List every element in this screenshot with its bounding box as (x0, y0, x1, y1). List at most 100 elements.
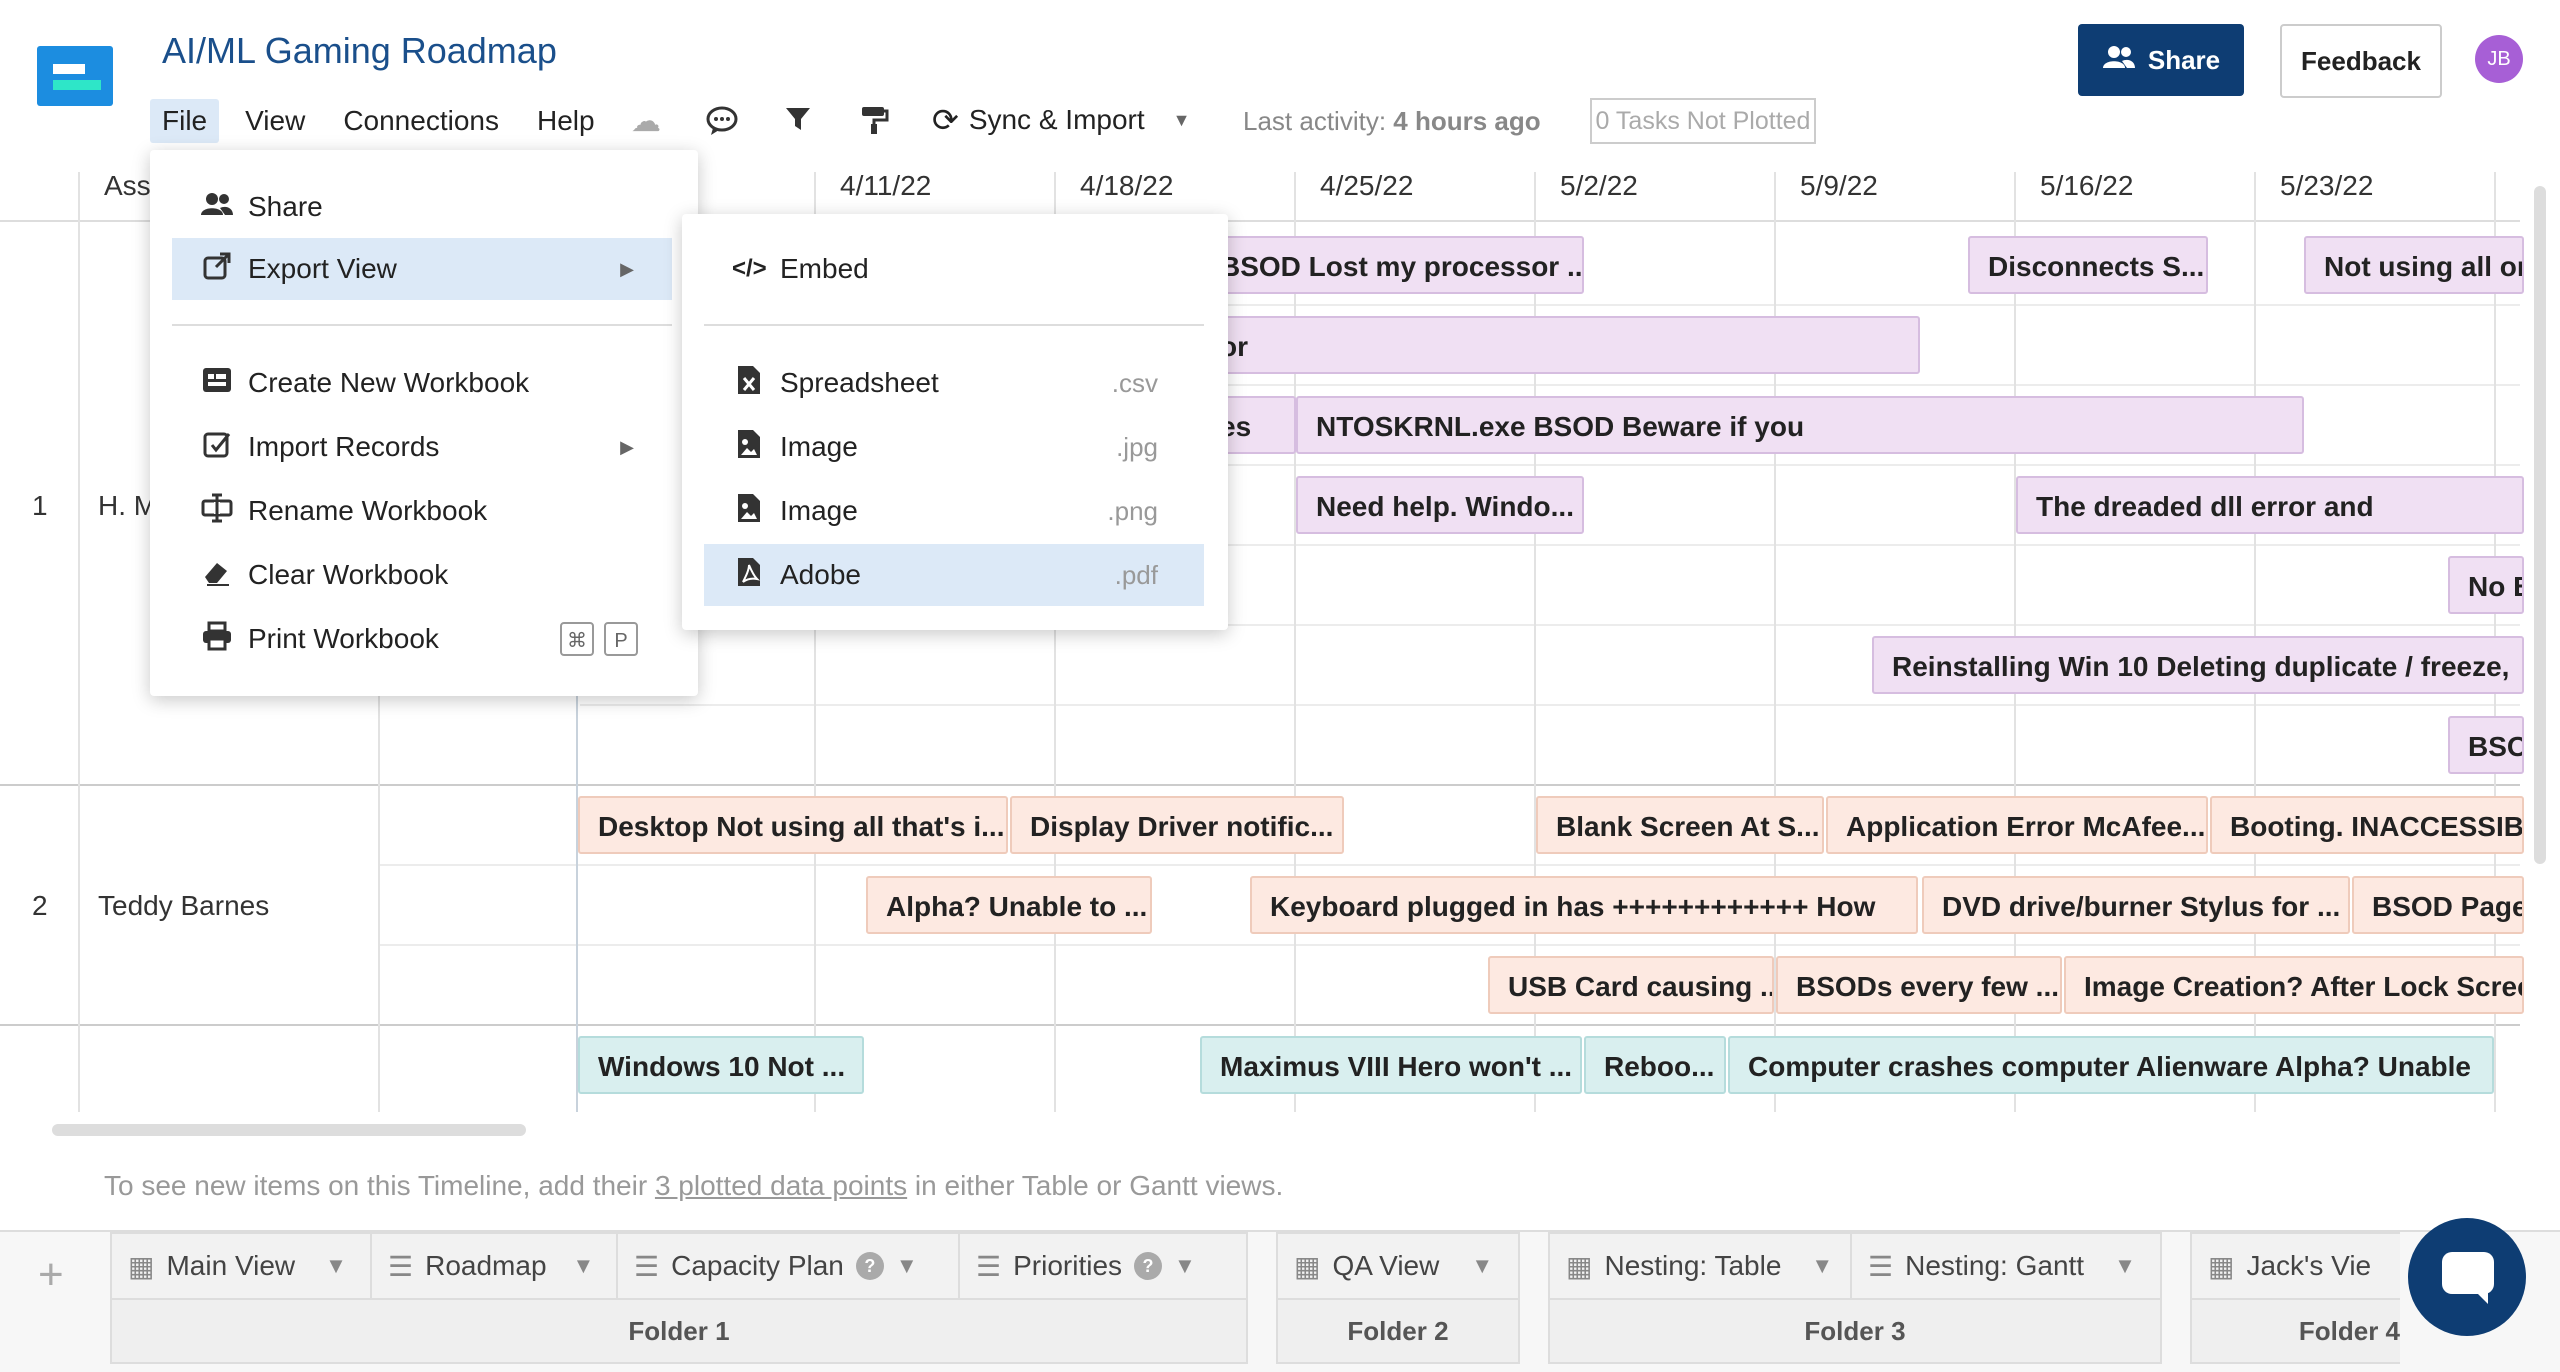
workbook-title[interactable]: AI/ML Gaming Roadmap (162, 30, 557, 72)
chevron-down-icon[interactable]: ▼ (325, 1253, 347, 1279)
chevron-down-icon[interactable]: ▼ (1471, 1253, 1493, 1279)
task-bar[interactable]: The dreaded dll error and (2016, 476, 2524, 534)
task-bar[interactable]: USB Card causing ... (1488, 956, 1774, 1014)
task-bar[interactable]: Alpha? Unable to ... (866, 876, 1152, 934)
print-shortcut: ⌘ P (550, 622, 638, 656)
tab-main-view[interactable]: ▦ Main View ▼ (110, 1232, 372, 1298)
assignee-column-header[interactable]: Assi (104, 170, 157, 202)
tasks-not-plotted-badge[interactable]: 0 Tasks Not Plotted (1590, 98, 1816, 144)
row-number: 2 (32, 890, 48, 921)
image-file-icon (732, 492, 766, 531)
task-bar[interactable]: Keyboard plugged in has ++++++++++++ How (1250, 876, 1918, 934)
menu-item-import-records[interactable]: Import Records ▶ (172, 416, 672, 478)
menu-help[interactable]: Help (525, 99, 607, 143)
help-icon[interactable]: ? (1134, 1252, 1163, 1280)
assignee-name[interactable]: H. M (98, 490, 157, 522)
date-header: 5/16/22 (2040, 170, 2134, 201)
menu-connections[interactable]: Connections (331, 99, 511, 143)
task-bar[interactable]: BSOD Lost my processor ... (1200, 236, 1584, 294)
chevron-down-icon[interactable]: ▼ (896, 1253, 918, 1279)
vertical-scrollbar[interactable] (2534, 186, 2546, 864)
menu-view[interactable]: View (233, 99, 317, 143)
menu-item-print-workbook[interactable]: Print Workbook ⌘ P (172, 608, 672, 670)
gantt-icon: ☰ (976, 1250, 1002, 1282)
workbook-icon (200, 366, 234, 401)
menu-item-share[interactable]: Share (172, 176, 672, 238)
feedback-button[interactable]: Feedback (2280, 24, 2442, 98)
task-bar[interactable]: BSODs every few ... (1776, 956, 2062, 1014)
share-button[interactable]: Share (2078, 24, 2244, 96)
task-bar[interactable]: Disconnects S... (1968, 236, 2208, 294)
task-bar[interactable]: DVD drive/burner Stylus for ... (1922, 876, 2350, 934)
chat-launcher-button[interactable] (2408, 1218, 2526, 1336)
tab-qa-view[interactable]: ▦ QA View ▼ (1276, 1232, 1520, 1298)
folder-label[interactable]: Folder 1 (110, 1298, 1248, 1364)
spreadsheet-file-icon (732, 364, 766, 403)
last-activity: Last activity: 4 hours ago (1243, 106, 1541, 136)
sync-icon: ⟳ (932, 102, 959, 138)
menu-item-embed[interactable]: </> Embed (704, 238, 1204, 300)
task-bar[interactable]: Reboo... (1584, 1036, 1726, 1094)
task-bar[interactable]: Display Driver notific... (1010, 796, 1344, 854)
pdf-file-icon (732, 556, 766, 595)
menu-item-export-csv[interactable]: Spreadsheet .csv (704, 352, 1204, 414)
paint-format-icon[interactable] (856, 104, 892, 140)
menu-file[interactable]: File (150, 99, 220, 143)
week-divider (1294, 172, 1296, 1112)
tab-capacity-plan[interactable]: ☰ Capacity Plan? ▼ (616, 1232, 960, 1298)
menu-item-create-new-workbook[interactable]: Create New Workbook (172, 352, 672, 414)
tab-nesting-table[interactable]: ▦ Nesting: Table ▼ (1548, 1232, 1852, 1298)
chevron-down-icon[interactable]: ▼ (1174, 1253, 1196, 1279)
menu-item-export-jpg[interactable]: Image .jpg (704, 416, 1204, 478)
eraser-icon (200, 557, 234, 594)
date-header: 4/11/22 (840, 170, 932, 201)
tab-nesting-gantt[interactable]: ☰ Nesting: Gantt ▼ (1850, 1232, 2162, 1298)
menu-item-export-png[interactable]: Image .png (704, 480, 1204, 542)
task-bar[interactable]: Computer crashes computer Alienware Alph… (1728, 1036, 2494, 1094)
task-bar[interactable]: Image Creation? After Lock Screen (2064, 956, 2524, 1014)
folder-label[interactable]: Folder 2 (1276, 1298, 1520, 1364)
avatar[interactable]: JB (2475, 35, 2523, 83)
menu-separator (172, 324, 672, 326)
tab-jacks-view[interactable]: ▦ Jack's Vie (2190, 1232, 2400, 1298)
task-bar[interactable]: Application Error McAfee... (1826, 796, 2208, 854)
task-bar[interactable]: Desktop Not using all that's i... (578, 796, 1008, 854)
date-header: 4/18/22 (1080, 170, 1174, 201)
date-header: 5/2/22 (1560, 170, 1638, 201)
cloud-icon[interactable]: ☁ (628, 104, 664, 140)
task-bar[interactable]: NTOSKRNL.exe BSOD Beware if you (1296, 396, 2304, 454)
folder-label[interactable]: Folder 4 (2190, 1298, 2400, 1364)
comment-icon[interactable] (704, 104, 740, 140)
task-bar[interactable]: Booting. INACCESSIBLE (2210, 796, 2524, 854)
menu-item-rename-workbook[interactable]: Rename Workbook (172, 480, 672, 542)
timeline-hint: To see new items on this Timeline, add t… (104, 1170, 1284, 1201)
add-view-icon[interactable]: + (38, 1250, 64, 1300)
menu-item-export-pdf[interactable]: Adobe .pdf (704, 544, 1204, 606)
task-bar[interactable]: Windows 10 Not ... (578, 1036, 864, 1094)
task-bar[interactable]: BSO (2448, 716, 2524, 774)
task-bar[interactable]: or (1200, 316, 1920, 374)
task-bar[interactable]: No B (2448, 556, 2524, 614)
app-logo[interactable] (37, 46, 113, 106)
assignee-name[interactable]: Teddy Barnes (98, 890, 269, 922)
folder-label[interactable]: Folder 3 (1548, 1298, 2162, 1364)
chevron-down-icon[interactable]: ▼ (2114, 1253, 2136, 1279)
tab-priorities[interactable]: ☰ Priorities? ▼ (958, 1232, 1248, 1298)
task-bar[interactable]: Reinstalling Win 10 Deleting duplicate /… (1872, 636, 2524, 694)
task-bar[interactable]: Not using all or r (2304, 236, 2524, 294)
task-bar[interactable]: BSOD Page (2352, 876, 2524, 934)
help-icon[interactable]: ? (855, 1252, 884, 1280)
chevron-down-icon[interactable]: ▼ (1811, 1253, 1833, 1279)
plotted-data-points-link[interactable]: 3 plotted data points (655, 1170, 907, 1201)
chevron-down-icon[interactable]: ▼ (573, 1253, 595, 1279)
gantt-icon: ☰ (388, 1250, 414, 1282)
tab-roadmap[interactable]: ☰ Roadmap ▼ (370, 1232, 618, 1298)
task-bar[interactable]: Blank Screen At S... (1536, 796, 1824, 854)
menu-item-export-view[interactable]: Export View ▶ (172, 238, 672, 300)
horizontal-scrollbar[interactable] (52, 1124, 526, 1136)
sync-import-button[interactable]: ⟳ Sync & Import ▼ (932, 101, 1190, 139)
menu-item-clear-workbook[interactable]: Clear Workbook (172, 544, 672, 606)
task-bar[interactable]: Need help. Windo... (1296, 476, 1584, 534)
task-bar[interactable]: Maximus VIII Hero won't ... (1200, 1036, 1582, 1094)
filter-icon[interactable] (780, 104, 816, 140)
